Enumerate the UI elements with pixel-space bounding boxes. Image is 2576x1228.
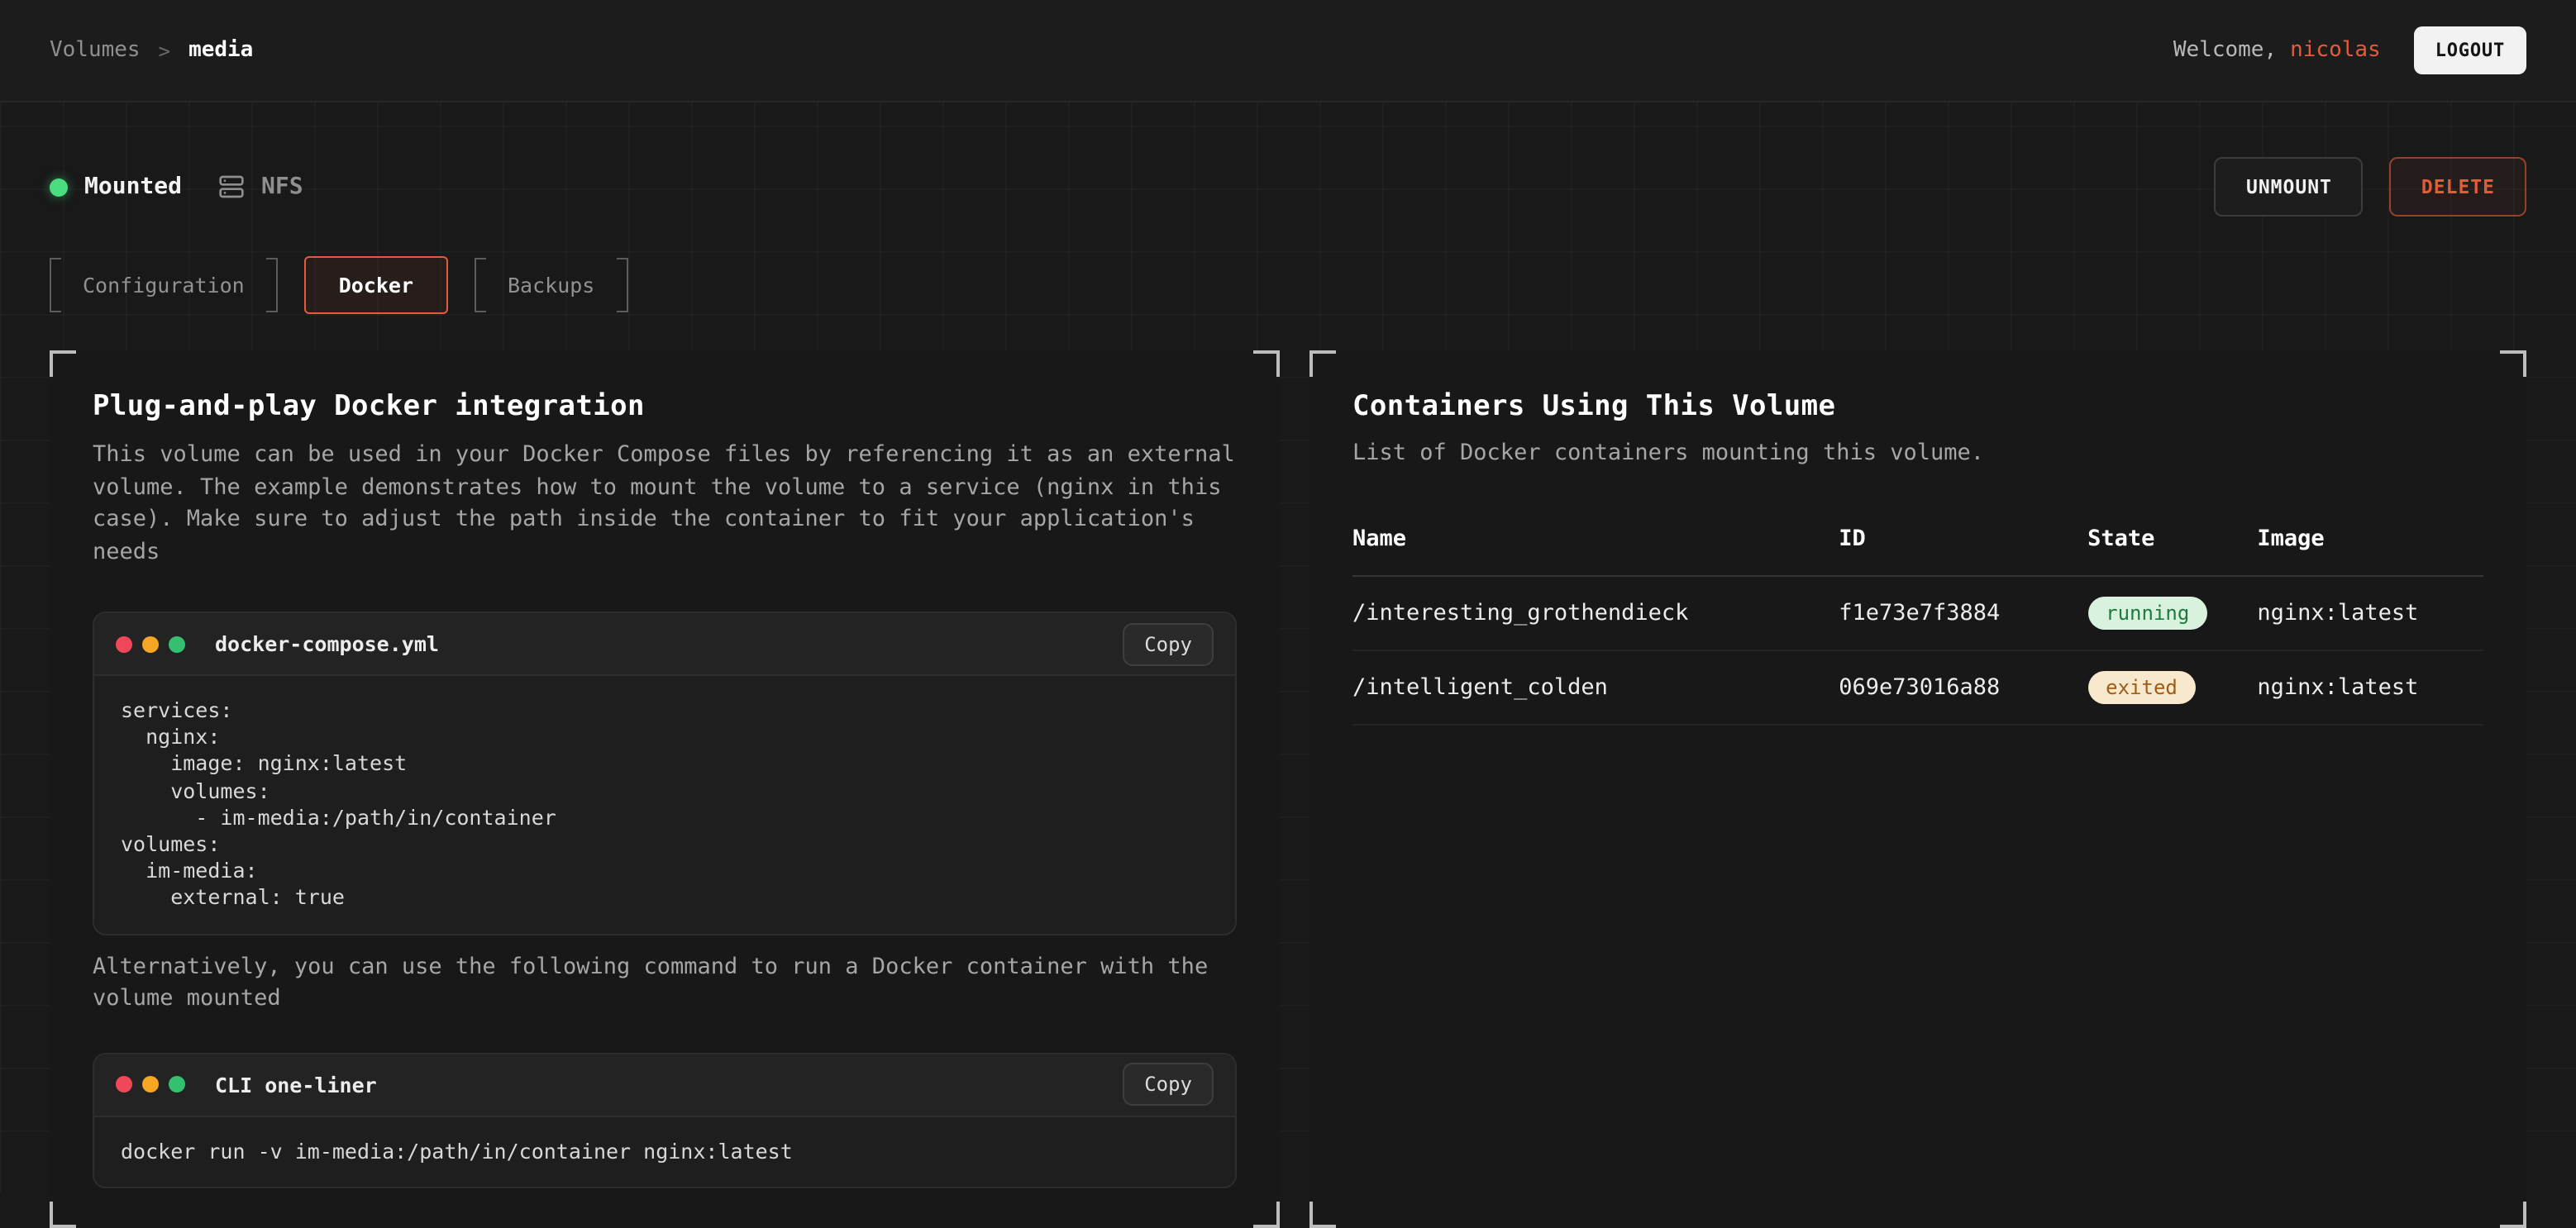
welcome-text: Welcome, nicolas: [2173, 38, 2381, 63]
logout-button[interactable]: LOGOUT: [2414, 26, 2526, 74]
corner-bracket-icon: [1253, 1202, 1280, 1228]
mounted-label: Mounted: [84, 174, 182, 200]
cli-code-block: CLI one-liner Copy docker run -v im-medi…: [93, 1052, 1237, 1188]
chevron-right-icon: >: [159, 39, 170, 62]
volume-status: Mounted NFS: [50, 174, 303, 200]
container-id: f1e73e7f3884: [1839, 576, 2087, 650]
window-dot-red-icon: [116, 635, 132, 652]
corner-bracket-icon: [50, 1202, 76, 1228]
container-name: /intelligent_colden: [1352, 650, 1839, 725]
corner-bracket-icon: [2500, 1202, 2526, 1228]
breadcrumb: Volumes > media: [50, 38, 253, 63]
welcome-prefix: Welcome,: [2173, 38, 2277, 63]
breadcrumb-current-volume: media: [188, 38, 253, 63]
state-badge: running: [2087, 597, 2207, 630]
panels-row: Plug-and-play Docker integration This vo…: [50, 350, 2526, 1228]
container-row: /intelligent_colden 069e73016a88 exited …: [1352, 650, 2483, 725]
breadcrumb-volumes[interactable]: Volumes: [50, 38, 141, 63]
corner-bracket-icon: [1253, 350, 1280, 377]
tab-configuration[interactable]: Configuration: [50, 256, 278, 314]
main-content: Mounted NFS UNMOUNT DELETE Configuration: [0, 157, 2576, 1228]
corner-bracket-icon: [2500, 350, 2526, 377]
compose-code-block: docker-compose.yml Copy services: nginx:…: [93, 612, 1237, 935]
docker-panel-description: This volume can be used in your Docker C…: [93, 440, 1237, 569]
volume-actions: UNMOUNT DELETE: [2215, 157, 2526, 217]
tab-backups[interactable]: Backups: [475, 256, 627, 314]
column-header-name: Name: [1352, 512, 1839, 576]
compose-code: services: nginx: image: nginx:latest vol…: [94, 676, 1235, 933]
compose-filename: docker-compose.yml: [215, 631, 439, 656]
header-right: Welcome, nicolas LOGOUT: [2173, 26, 2526, 74]
column-header-state: State: [2087, 512, 2257, 576]
container-image: nginx:latest: [2257, 650, 2483, 725]
fs-type-label: NFS: [261, 174, 303, 200]
corner-bracket-icon: [50, 350, 76, 377]
docker-panel-title: Plug-and-play Docker integration: [93, 390, 1237, 423]
cli-code: docker run -v im-media:/path/in/containe…: [94, 1116, 1235, 1186]
containers-panel: Containers Using This Volume List of Doc…: [1309, 350, 2526, 1228]
unmount-button[interactable]: UNMOUNT: [2215, 157, 2364, 217]
table-header-row: Name ID State Image: [1352, 512, 2483, 576]
status-row: Mounted NFS UNMOUNT DELETE: [50, 157, 2526, 217]
compose-code-header: docker-compose.yml Copy: [94, 613, 1235, 676]
copy-cli-button[interactable]: Copy: [1123, 1063, 1214, 1106]
copy-compose-button[interactable]: Copy: [1123, 622, 1214, 665]
window-dot-yellow-icon: [142, 635, 159, 652]
top-bar: Volumes > media Welcome, nicolas LOGOUT: [0, 0, 2576, 102]
window-dot-red-icon: [116, 1076, 132, 1092]
cli-code-header: CLI one-liner Copy: [94, 1054, 1235, 1116]
username: nicolas: [2290, 38, 2381, 63]
window-dot-green-icon: [169, 1076, 185, 1092]
state-badge: exited: [2087, 671, 2196, 704]
app: Volumes > media Welcome, nicolas LOGOUT M…: [0, 0, 2576, 1193]
delete-button[interactable]: DELETE: [2390, 157, 2526, 217]
cli-intro-text: Alternatively, you can use the following…: [93, 951, 1237, 1016]
column-header-id: ID: [1839, 512, 2087, 576]
corner-bracket-icon: [1309, 1202, 1336, 1228]
cli-filename: CLI one-liner: [215, 1072, 377, 1097]
window-dot-yellow-icon: [142, 1076, 159, 1092]
container-name: /interesting_grothendieck: [1352, 576, 1839, 650]
window-dot-green-icon: [169, 635, 185, 652]
container-id: 069e73016a88: [1839, 650, 2087, 725]
tab-bar: Configuration Docker Backups: [50, 256, 2526, 314]
corner-bracket-icon: [1309, 350, 1336, 377]
containers-table: Name ID State Image /interesting_grothen…: [1352, 512, 2483, 726]
container-row: /interesting_grothendieck f1e73e7f3884 r…: [1352, 576, 2483, 650]
containers-panel-subtitle: List of Docker containers mounting this …: [1352, 440, 2483, 466]
docker-integration-panel: Plug-and-play Docker integration This vo…: [50, 350, 1280, 1228]
containers-panel-title: Containers Using This Volume: [1352, 390, 2483, 423]
container-image: nginx:latest: [2257, 576, 2483, 650]
column-header-image: Image: [2257, 512, 2483, 576]
mounted-status-dot-icon: [50, 178, 68, 196]
server-icon: [218, 174, 245, 200]
tab-docker[interactable]: Docker: [304, 256, 448, 314]
